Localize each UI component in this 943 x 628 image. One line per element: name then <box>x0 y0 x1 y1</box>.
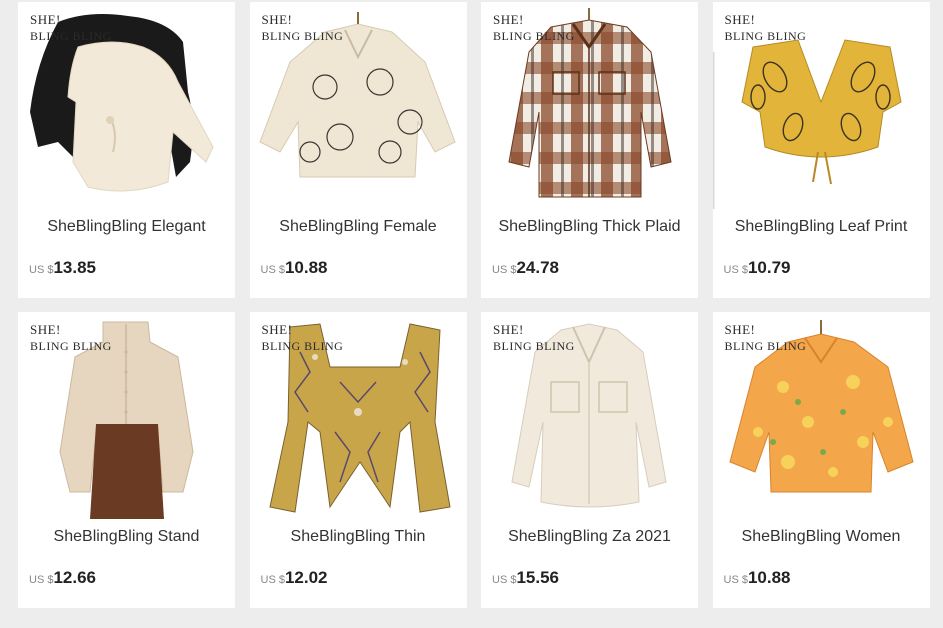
brand-watermark: SHE! BLING BLING <box>30 322 112 353</box>
product-image[interactable]: SHE! BLING BLING <box>481 312 698 519</box>
product-card[interactable]: SHE! BLING BLING SheBlingBling Elegant U… <box>18 2 235 298</box>
product-price: US $15.56 <box>492 568 559 588</box>
price-amount: 15.56 <box>516 568 560 587</box>
product-grid: SHE! BLING BLING SheBlingBling Elegant U… <box>18 2 930 608</box>
product-image[interactable]: SHE! BLING BLING <box>712 2 930 209</box>
price-amount: 12.02 <box>284 568 328 587</box>
brand-watermark: SHE! BLING BLING <box>724 322 807 353</box>
product-image[interactable]: SHE! BLING BLING <box>249 2 467 209</box>
product-card[interactable]: SHE! BLING BLING SheBlingBling Leaf Prin… <box>712 2 930 298</box>
currency-label: US $ <box>723 264 748 276</box>
product-price: US $12.66 <box>29 568 96 588</box>
product-title[interactable]: SheBlingBling Thin <box>250 528 467 546</box>
product-card[interactable]: SHE! BLING BLING SheBlingBling Thick Pla… <box>481 2 698 298</box>
product-title[interactable]: SheBlingBling Female <box>250 218 467 236</box>
brand-watermark: SHE! BLING BLING <box>724 12 807 43</box>
product-card[interactable]: SHE! BLING BLING SheBlingBling Za 2021 U… <box>481 312 698 608</box>
currency-label: US $ <box>723 574 748 586</box>
product-price: US $24.78 <box>492 258 559 278</box>
brand-watermark: SHE! BLING BLING <box>493 12 575 43</box>
product-card[interactable]: SHE! BLING BLING SheBlingBling Female US… <box>249 2 467 298</box>
product-image[interactable]: SHE! BLING BLING <box>712 312 930 519</box>
product-title[interactable]: SheBlingBling Thick Plaid <box>481 218 698 236</box>
currency-label: US $ <box>492 574 517 586</box>
product-image[interactable]: SHE! BLING BLING <box>18 312 235 519</box>
currency-label: US $ <box>260 264 285 276</box>
currency-label: US $ <box>29 264 54 276</box>
product-price: US $12.02 <box>261 568 328 588</box>
product-image[interactable]: SHE! BLING BLING <box>18 2 235 209</box>
product-image[interactable]: SHE! BLING BLING <box>481 2 698 209</box>
product-title[interactable]: SheBlingBling Leaf Print <box>713 218 930 236</box>
product-price: US $10.88 <box>724 568 791 588</box>
product-title[interactable]: SheBlingBling Stand <box>18 528 235 546</box>
product-title[interactable]: SheBlingBling Women <box>713 528 930 546</box>
product-price: US $10.88 <box>261 258 328 278</box>
currency-label: US $ <box>260 574 285 586</box>
brand-watermark: SHE! BLING BLING <box>261 322 344 353</box>
currency-label: US $ <box>492 264 517 276</box>
price-amount: 10.88 <box>747 568 791 587</box>
product-image[interactable]: SHE! BLING BLING <box>249 312 467 519</box>
brand-watermark: SHE! BLING BLING <box>261 12 344 43</box>
product-title[interactable]: SheBlingBling Za 2021 <box>481 528 698 546</box>
product-price: US $10.79 <box>724 258 791 278</box>
currency-label: US $ <box>29 574 54 586</box>
price-amount: 10.79 <box>747 258 791 277</box>
brand-watermark: SHE! BLING BLING <box>493 322 575 353</box>
product-card[interactable]: SHE! BLING BLING SheBlingBling Women US … <box>712 312 930 608</box>
price-amount: 24.78 <box>516 258 560 277</box>
price-amount: 13.85 <box>53 258 97 277</box>
brand-watermark: SHE! BLING BLING <box>30 12 112 43</box>
product-card[interactable]: SHE! BLING BLING SheBlingBling Thin US $… <box>249 312 467 608</box>
price-amount: 12.66 <box>53 568 97 587</box>
product-card[interactable]: SHE! BLING BLING SheBlingBling Stand US … <box>18 312 235 608</box>
price-amount: 10.88 <box>284 258 328 277</box>
product-title[interactable]: SheBlingBling Elegant <box>18 218 235 236</box>
product-price: US $13.85 <box>29 258 96 278</box>
